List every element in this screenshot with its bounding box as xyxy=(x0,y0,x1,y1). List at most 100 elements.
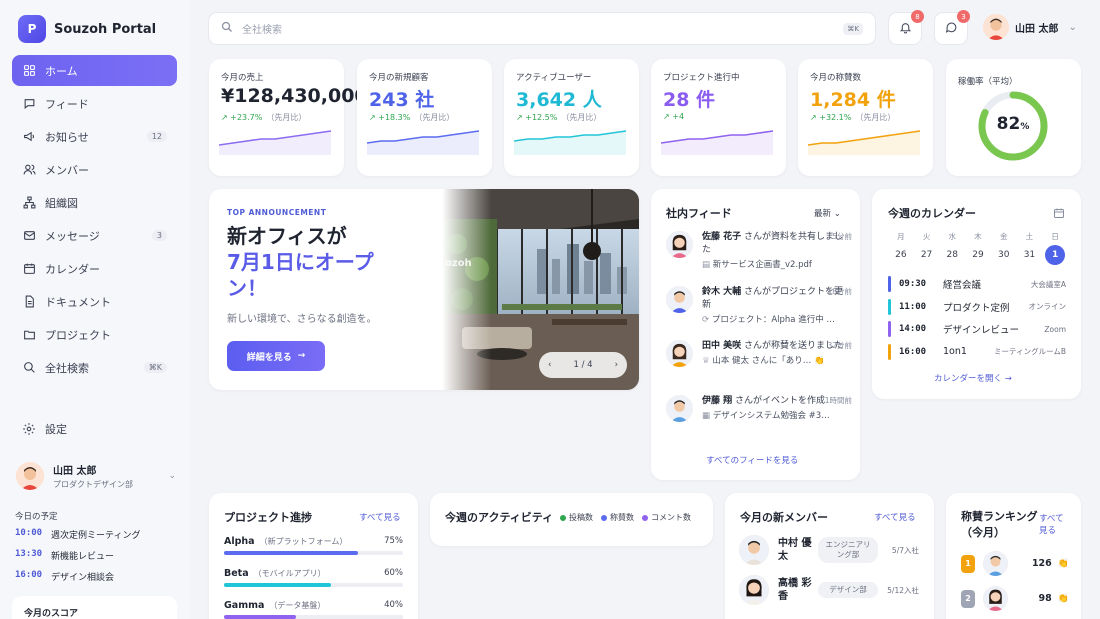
sidebar-item-10[interactable]: 全社検索 ⌘K xyxy=(12,352,177,383)
kpi-card[interactable]: 今月の売上 ¥128,430,000 ↗ +23.7% （先月比） xyxy=(209,59,368,176)
schedule-item[interactable]: 16:00 デザイン相談会 xyxy=(15,570,180,583)
sidebar-item-6[interactable]: メッセージ 3 xyxy=(12,220,177,251)
sidebar-item-label: ホーム xyxy=(45,64,78,78)
project-percent: 75% xyxy=(384,536,403,546)
schedule-time: 16:00 xyxy=(15,570,43,580)
calendar-event[interactable]: 16:00 1on1 ミーティングルームB xyxy=(888,343,1066,360)
chevron-down-icon[interactable]: ⌄ xyxy=(168,471,176,481)
member-row[interactable]: 中村 優太 エンジニアリング部 5/7入社 xyxy=(739,535,919,565)
bell-icon xyxy=(899,21,912,37)
logo-mark: P xyxy=(18,15,46,43)
sidebar-item-badge: 3 xyxy=(151,230,167,241)
progress-fill xyxy=(224,583,332,587)
weekday-label: 金 xyxy=(999,232,1008,241)
weekday-label: 水 xyxy=(948,232,957,241)
announcement-detail-button[interactable]: 詳細を見る → xyxy=(227,341,325,371)
calendar-day[interactable]: 26 xyxy=(888,245,914,265)
trend-up-icon: ↗ xyxy=(663,112,673,121)
feed-attachment[interactable]: ▤ 新サービス企画書_v2.pdf xyxy=(702,259,846,271)
sidebar-item-7[interactable]: カレンダー xyxy=(12,253,177,284)
sidebar-user[interactable]: 山田 太郎 プロダクトデザイン部 ⌄ xyxy=(16,462,176,490)
calendar-day[interactable]: 30 xyxy=(991,245,1017,265)
announcement-card[interactable]: TOP ANNOUNCEMENT 新オフィスが 7月1日にオープ ン！ 新しい環… xyxy=(209,189,639,390)
ranking-more-link[interactable]: すべて見る xyxy=(1039,513,1067,538)
event-title: デザインレビュー xyxy=(943,325,1020,336)
sidebar-item-settings[interactable]: 設定 xyxy=(12,413,177,444)
chat-bubble-icon xyxy=(945,21,958,37)
project-row[interactable]: Alpha （新プラットフォーム） 75% xyxy=(224,536,403,555)
feed-title: 社内フィード xyxy=(666,207,732,220)
calendar-day[interactable]: 29 xyxy=(965,245,991,265)
kpi-sparkline xyxy=(219,130,332,155)
clap-icon: 👏 xyxy=(1057,593,1069,604)
user-role: プロダクトデザイン部 xyxy=(53,480,133,489)
kpi-card[interactable]: プロジェクト進行中 28 件 ↗ +4 xyxy=(651,59,786,176)
members-more-link[interactable]: すべて見る xyxy=(874,511,916,523)
kpi-card[interactable]: 今月の称賛数 1,284 件 ↗ +32.1% （先月比） xyxy=(798,59,933,176)
org-chart-icon xyxy=(22,196,36,210)
feed-attachment[interactable]: ▦ デザインシステム勉強会 #3… xyxy=(702,410,846,422)
project-row[interactable]: Gamma （データ基盤） 40% xyxy=(224,600,403,619)
sidebar-item-1[interactable]: ホーム xyxy=(12,55,177,86)
feed-sort-dropdown[interactable]: 最新 ⌄ xyxy=(814,207,841,219)
announcement-headline: 新オフィスが 7月1日にオープ ン！ xyxy=(227,224,374,300)
avatar xyxy=(983,14,1009,40)
sidebar-item-4[interactable]: メンバー xyxy=(12,154,177,185)
kpi-sparkline xyxy=(367,130,480,155)
projects-more-link[interactable]: すべて見る xyxy=(359,511,401,523)
feed-attachment[interactable]: ⟳ プロジェクト：Alpha 進行中 … xyxy=(702,314,846,326)
kpi-card[interactable]: アクティブユーザー 3,642 人 ↗ +12.5% （先月比） xyxy=(504,59,639,176)
feed-item[interactable]: 佐藤 花子 さんが資料を共有しました ▤ 新サービス企画書_v2.pdf 5分前 xyxy=(666,231,852,271)
calendar-day-today[interactable]: 1 xyxy=(1042,245,1068,265)
trend-up-icon: ↗ xyxy=(369,113,379,122)
member-row[interactable]: 高橋 彩香 デザイン部 5/12入社 xyxy=(739,575,919,605)
notifications-button[interactable]: 8 xyxy=(888,10,924,45)
calendar-open-link[interactable]: カレンダーを開く → xyxy=(934,372,1012,384)
calendar-icon[interactable] xyxy=(1053,207,1065,222)
calendar-event[interactable]: 14:00 デザインレビュー Zoom xyxy=(888,321,1066,337)
sidebar-item-5[interactable]: 組織図 xyxy=(12,187,177,218)
carousel-pager[interactable]: ‹ 1 / 4 › xyxy=(539,352,627,378)
search-input[interactable]: 全社検索 ⌘K xyxy=(208,12,876,45)
ranking-row[interactable]: 1 126 👏 xyxy=(961,551,1069,576)
kpi-value: 243 社 xyxy=(369,89,435,111)
schedule-item[interactable]: 13:30 新機能レビュー xyxy=(15,549,180,562)
feed-item[interactable]: 田中 美咲 さんが称賛を送りました ♕ 山本 健太 さんに「あり… 👏 32分前 xyxy=(666,340,852,367)
document-icon xyxy=(22,295,36,309)
sidebar-item-badge: 12 xyxy=(146,131,167,142)
chevron-down-icon: ⌄ xyxy=(833,209,841,219)
weekday-label: 火 xyxy=(922,232,931,241)
ranking-row[interactable]: 2 98 👏 xyxy=(961,586,1069,611)
search-shortcut: ⌘K xyxy=(843,22,863,35)
calendar-day[interactable]: 28 xyxy=(939,245,965,265)
utilization-title: 稼働率（平均） xyxy=(958,77,1018,87)
document-icon: ▤ xyxy=(702,260,711,271)
chevron-left-icon[interactable]: ‹ xyxy=(548,360,551,370)
user-menu[interactable]: 山田 太郎 ⌄ xyxy=(983,14,1077,40)
kpi-value: 3,642 人 xyxy=(516,89,602,111)
trend-up-icon: ↗ xyxy=(810,113,820,122)
sidebar-item-9[interactable]: プロジェクト xyxy=(12,319,177,350)
messages-button[interactable]: 3 xyxy=(934,10,970,45)
calendar-event[interactable]: 11:00 プロダクト定例 オンライン xyxy=(888,298,1066,315)
calendar-icon: ▦ xyxy=(702,411,711,422)
calendar-day[interactable]: 31 xyxy=(1017,245,1043,265)
feed-item[interactable]: 伊藤 翔 さんがイベントを作成 ▦ デザインシステム勉強会 #3… 1時間前 xyxy=(666,395,852,422)
chevron-right-icon[interactable]: › xyxy=(615,360,618,370)
calendar-day[interactable]: 27 xyxy=(914,245,940,265)
schedule-item[interactable]: 10:00 週次定例ミーティング xyxy=(15,528,180,541)
project-row[interactable]: Beta （モバイルアプリ） 60% xyxy=(224,568,403,587)
calendar-icon xyxy=(22,262,36,276)
arrow-right-icon: → xyxy=(297,351,306,361)
feed-more-link[interactable]: すべてのフィードを見る xyxy=(706,454,798,466)
sidebar-item-3[interactable]: お知らせ 12 xyxy=(12,121,177,152)
event-title: プロダクト定例 xyxy=(943,302,1010,314)
calendar-event[interactable]: 09:30 経営会議 大会議室A xyxy=(888,276,1066,292)
feed-author: 佐藤 花子 xyxy=(702,232,742,242)
feed-attachment[interactable]: ♕ 山本 健太 さんに「あり… 👏 xyxy=(702,355,846,367)
app-logo[interactable]: P Souzoh Portal xyxy=(18,15,156,43)
sidebar-item-8[interactable]: ドキュメント xyxy=(12,286,177,317)
sidebar-item-2[interactable]: フィード xyxy=(12,88,177,119)
feed-item[interactable]: 鈴木 大輔 さんがプロジェクトを更新 ⟳ プロジェクト：Alpha 進行中 … 18… xyxy=(666,286,852,326)
kpi-card[interactable]: 今月の新規顧客 243 社 ↗ +18.3% （先月比） xyxy=(357,59,492,176)
